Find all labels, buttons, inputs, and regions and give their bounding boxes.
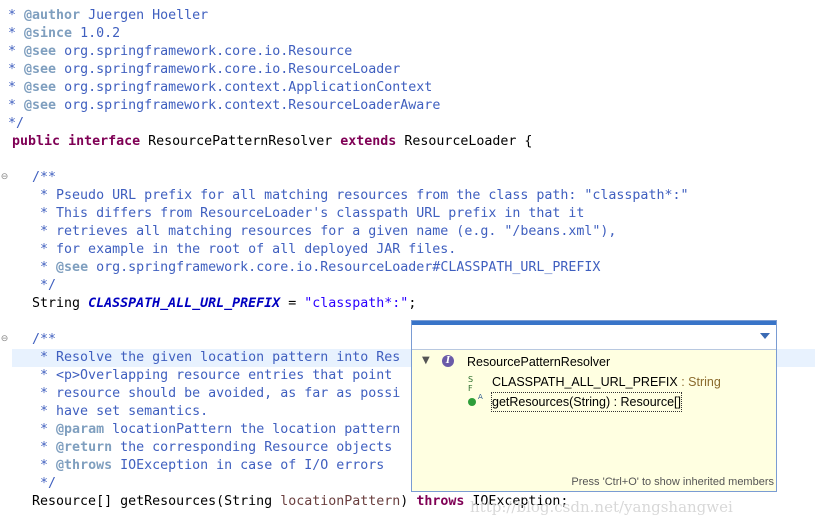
keyword: interface (68, 134, 141, 149)
code-line-5: * @see org.springframework.context.Appli… (0, 79, 815, 97)
view-menu-icon[interactable] (760, 333, 770, 339)
code-line-11: * Pseudo URL prefix for all matching res… (0, 188, 689, 203)
comment-text: Juergen Hoeller (80, 8, 209, 23)
code-line-15: * @see org.springframework.core.io.Resou… (0, 259, 815, 277)
field-type: : String (677, 375, 721, 389)
code-text: ResourceLoader { (396, 134, 533, 149)
code-line-1: * @author Juergen Hoeller (0, 7, 815, 25)
keyword: throws (416, 494, 465, 509)
keyword: public (12, 134, 61, 149)
public-method-icon (468, 398, 476, 406)
comment-text: org.springframework.context.ResourceLoad… (56, 98, 441, 113)
comment-text: * (0, 260, 57, 275)
outline-item-field[interactable]: CLASSPATH_ALL_URL_PREFIX : String (492, 373, 721, 391)
javadoc-tag: @see (24, 80, 57, 95)
code-line-13: * retrieves all matching resources for a… (0, 224, 617, 239)
code-line-8: public interface ResourcePatternResolver… (12, 133, 815, 151)
code-line-12: * This differs from ResourceLoader's cla… (0, 206, 585, 221)
code-line-16: */ (0, 278, 57, 293)
javadoc-tag: @throws (56, 458, 113, 473)
code-text: ) (400, 494, 417, 509)
comment-text: * (0, 458, 57, 473)
static-final-field-icon: S F (468, 375, 474, 393)
abstract-marker-icon: A (478, 393, 483, 401)
code-line-14: * for example in the root of all deploye… (0, 242, 457, 257)
comment-text: * (0, 422, 57, 437)
constant-field: CLASSPATH_ALL_URL_PREFIX (88, 296, 281, 311)
javadoc-tag: @author (24, 8, 81, 23)
javadoc-tag: @return (56, 440, 113, 455)
comment-text: 1.0.2 (72, 26, 121, 41)
chevron-down-icon[interactable]: ▼ (422, 355, 430, 366)
operator: = (280, 296, 305, 311)
string-literal: "classpath*:" (304, 296, 409, 311)
semicolon: ; (408, 296, 417, 311)
popup-status-hint: Press 'Ctrl+O' to show inherited members (571, 476, 774, 488)
comment-text: IOException in case of I/O errors (112, 458, 385, 473)
code-line-6: * @see org.springframework.context.Resou… (0, 97, 815, 115)
code-line-2: * @since 1.0.2 (0, 25, 815, 43)
keyword: extends (340, 134, 397, 149)
code-line-7: */ (0, 116, 25, 131)
comment-text: * (0, 8, 25, 23)
comment-text: org.springframework.core.io.ResourceLoad… (88, 260, 601, 275)
javadoc-tag: @see (24, 44, 57, 59)
comment-text: * (0, 80, 25, 95)
javadoc-tag: @see (24, 62, 57, 77)
code-line-3: * @see org.springframework.core.io.Resou… (0, 43, 815, 61)
javadoc-tag: @param (56, 422, 105, 437)
code-line-4: * @see org.springframework.core.io.Resou… (0, 61, 815, 79)
comment-text: locationPattern the location pattern (104, 422, 401, 437)
code-line-17: String CLASSPATH_ALL_URL_PREFIX = "class… (0, 295, 815, 313)
interface-icon: I (442, 355, 454, 367)
popup-accent-line (412, 321, 776, 325)
code-text: Resource[] getResources(String (0, 494, 281, 509)
comment-text: * (0, 44, 25, 59)
outline-root-interface[interactable]: ResourcePatternResolver (467, 353, 610, 371)
javadoc-tag: @since (24, 26, 73, 41)
comment-text: * Resolve the given location pattern int… (0, 350, 401, 365)
comment-text: org.springframework.core.io.ResourceLoad… (56, 62, 401, 77)
parameter-name: locationPattern (280, 494, 401, 509)
comment-text: org.springframework.core.io.Resource (56, 44, 353, 59)
comment-text: * (0, 62, 25, 77)
watermark: http://blog.csdn.net/yangshangwei (470, 498, 733, 516)
javadoc-tag: @see (56, 260, 89, 275)
javadoc-tag: @see (24, 98, 57, 113)
quick-outline-popup[interactable]: ▼ I ResourcePatternResolver S F CLASSPAT… (411, 320, 777, 492)
popup-filter-bar[interactable] (412, 321, 776, 350)
comment-text: * (0, 26, 25, 41)
type-name: String (0, 296, 89, 311)
comment-text: the corresponding Resource objects (112, 440, 393, 455)
comment-text: * (0, 98, 25, 113)
code-line-10: /** (0, 170, 57, 185)
interface-name: ResourcePatternResolver (140, 134, 341, 149)
comment-text: org.springframework.context.ApplicationC… (56, 80, 433, 95)
outline-item-method-selected[interactable]: getResources(String) : Resource[] (491, 392, 682, 412)
comment-text: * (0, 440, 57, 455)
field-name: CLASSPATH_ALL_URL_PREFIX (492, 375, 678, 389)
